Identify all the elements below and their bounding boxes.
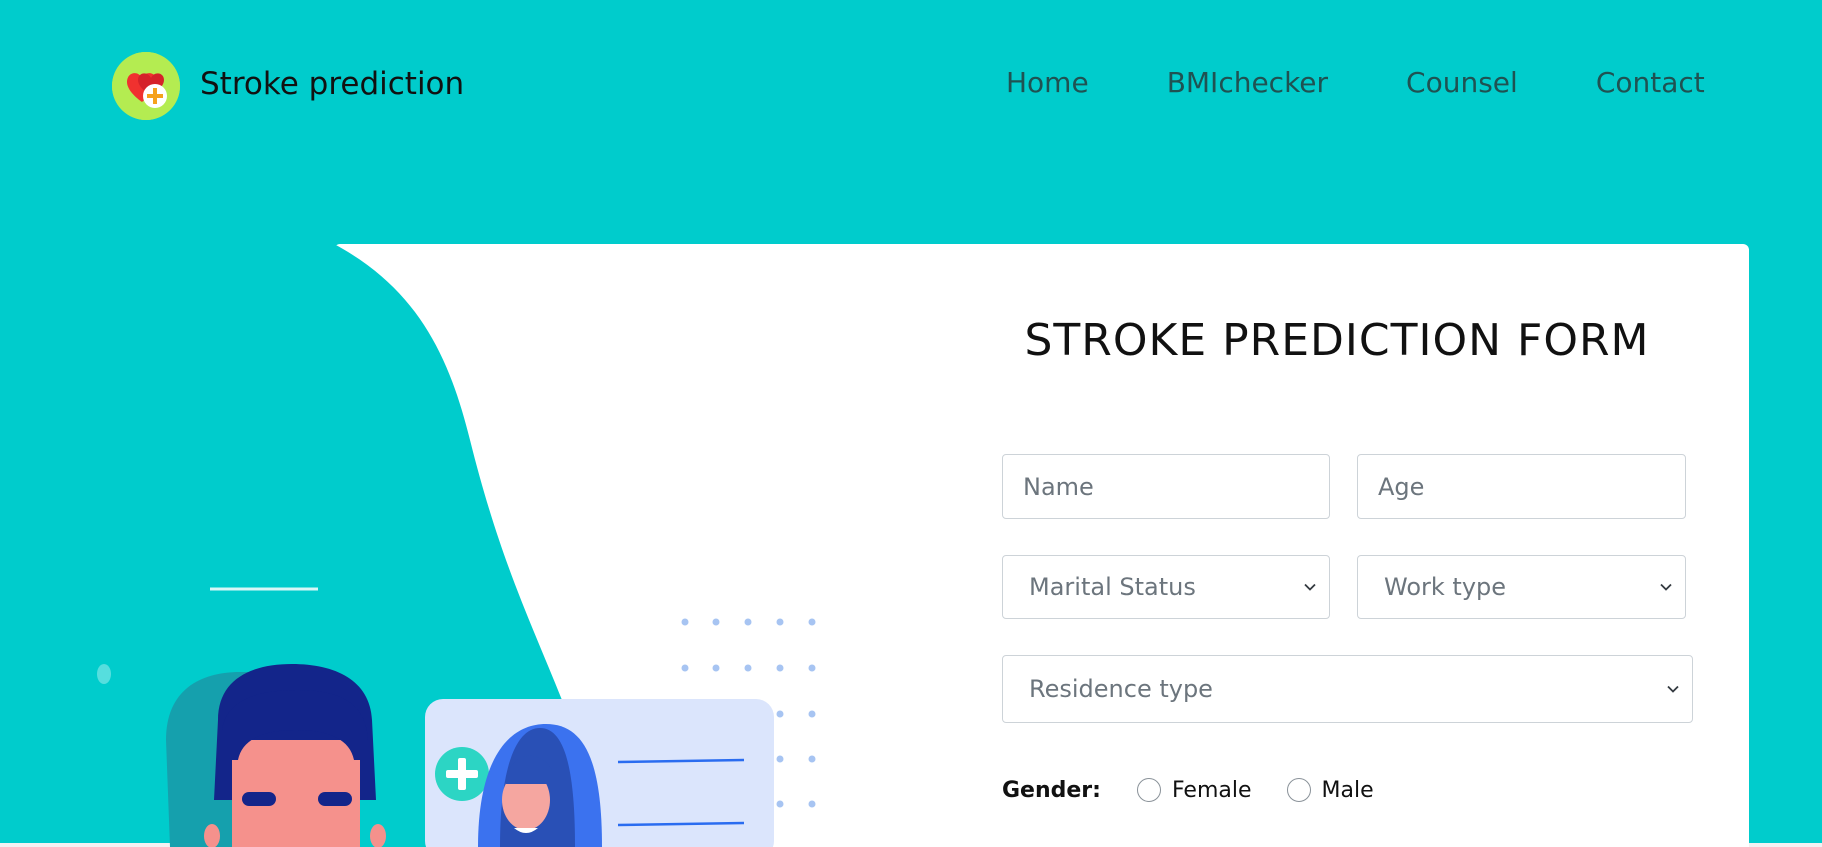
nav-counsel[interactable]: Counsel bbox=[1406, 66, 1518, 99]
marital-status-select[interactable]: Marital Status bbox=[1002, 555, 1330, 619]
nav-home[interactable]: Home bbox=[1006, 66, 1089, 99]
radio-male-label[interactable]: Male bbox=[1322, 778, 1374, 803]
gender-row: Gender: Female Male bbox=[1002, 772, 1409, 808]
heart-plus-icon bbox=[112, 52, 180, 120]
form-title: STROKE PREDICTION FORM bbox=[1024, 315, 1650, 366]
chevron-down-icon bbox=[1667, 685, 1679, 693]
gender-label: Gender: bbox=[1002, 777, 1101, 803]
name-input[interactable] bbox=[1002, 454, 1330, 519]
age-input[interactable] bbox=[1357, 454, 1686, 519]
radio-female[interactable] bbox=[1136, 778, 1161, 802]
residence-type-value: Residence type bbox=[1029, 675, 1213, 703]
residence-type-select[interactable]: Residence type bbox=[1002, 655, 1693, 723]
radio-male[interactable] bbox=[1286, 778, 1311, 802]
nav-contact[interactable]: Contact bbox=[1596, 66, 1705, 99]
work-type-select[interactable]: Work type bbox=[1357, 555, 1686, 619]
nav-bmichecker[interactable]: BMIchecker bbox=[1167, 66, 1328, 99]
chevron-down-icon bbox=[1304, 583, 1316, 591]
main-nav: Home BMIchecker Counsel Contact bbox=[1006, 66, 1783, 99]
brand-name: Stroke prediction bbox=[200, 66, 465, 102]
marital-status-value: Marital Status bbox=[1029, 573, 1196, 601]
work-type-value: Work type bbox=[1384, 573, 1507, 601]
radio-female-label[interactable]: Female bbox=[1172, 778, 1252, 803]
chevron-down-icon bbox=[1660, 583, 1672, 591]
brand[interactable]: Stroke prediction bbox=[112, 52, 464, 120]
page: Stroke prediction Home BMIchecker Counse… bbox=[0, 0, 1822, 847]
